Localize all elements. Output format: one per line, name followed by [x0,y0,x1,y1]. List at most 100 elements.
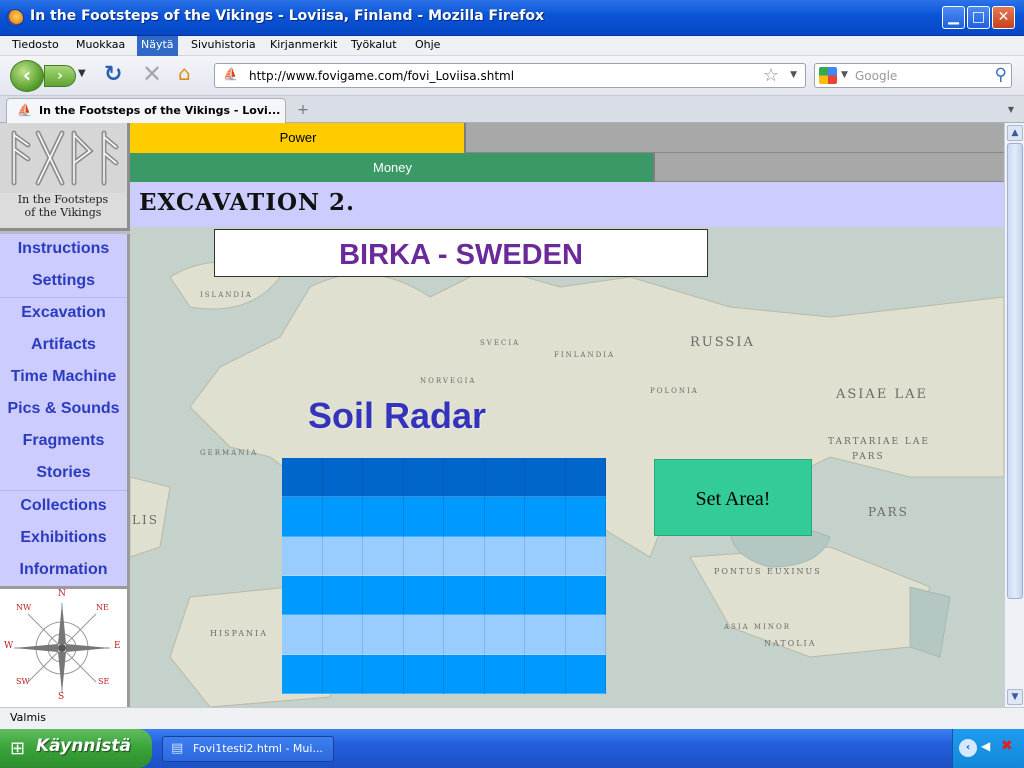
nav-time-machine[interactable]: Time Machine [0,362,127,394]
menu-bookmarks[interactable]: Kirjanmerkit [270,38,337,51]
tray-expand-icon[interactable]: ‹ [959,739,977,757]
search-icon[interactable]: ⚲ [995,65,1007,85]
close-button[interactable]: ✕ [992,6,1015,29]
url-text[interactable]: http://www.fovigame.com/fovi_Loviisa.sht… [249,69,514,83]
maximize-button[interactable]: □ [967,6,990,29]
radar-cell[interactable] [484,536,525,576]
scroll-up-icon[interactable]: ▲ [1007,125,1023,141]
menu-help[interactable]: Ohje [415,38,440,51]
radar-cell[interactable] [484,497,525,537]
radar-cell[interactable] [363,458,404,498]
radar-cell[interactable] [444,497,485,537]
radar-cell[interactable] [403,654,444,694]
vikings-logo[interactable]: In the Footsteps of the Vikings [0,123,130,231]
menu-edit[interactable]: Muokkaa [76,38,125,51]
radar-cell[interactable] [282,497,323,537]
minimize-button[interactable]: ▁ [942,6,965,29]
radar-cell[interactable] [525,654,566,694]
search-engine-dropdown-icon[interactable]: ▼ [841,70,848,80]
tab-active[interactable]: ⛵ In the Footsteps of the Vikings - Lovi… [6,98,286,123]
radar-cell[interactable] [565,458,606,498]
history-dropdown-icon[interactable]: ▼ [78,68,86,79]
radar-cell[interactable] [363,615,404,655]
radar-cell[interactable] [565,536,606,576]
radar-cell[interactable] [282,576,323,616]
radar-cell[interactable] [444,458,485,498]
radar-cell[interactable] [403,458,444,498]
radar-cell[interactable] [282,536,323,576]
soil-radar-grid[interactable] [282,458,606,694]
address-bar[interactable]: ⛵ http://www.fovigame.com/fovi_Loviisa.s… [214,63,806,88]
radar-cell[interactable] [565,654,606,694]
search-input[interactable]: Google [855,69,897,83]
search-engine-icon[interactable] [819,67,837,84]
radar-cell[interactable] [403,497,444,537]
nav-collections[interactable]: Collections [0,491,127,523]
nav-pics-sounds[interactable]: Pics & Sounds [0,394,127,426]
reload-icon[interactable]: ↻ [104,62,122,87]
nav-settings[interactable]: Settings [0,266,127,298]
radar-cell[interactable] [282,654,323,694]
radar-cell[interactable] [525,536,566,576]
nav-information[interactable]: Information [0,555,127,587]
forward-button[interactable]: › [44,65,76,87]
bookmark-star-icon[interactable]: ☆ [763,65,779,86]
radar-cell[interactable] [525,576,566,616]
nav-stories[interactable]: Stories [0,458,127,490]
search-bar[interactable]: ▼ Google ⚲ [814,63,1012,88]
stop-icon[interactable]: ✕ [142,60,162,88]
radar-cell[interactable] [484,576,525,616]
radar-cell[interactable] [525,497,566,537]
radar-cell[interactable] [322,458,363,498]
nav-excavation[interactable]: Excavation [0,298,127,330]
menu-history[interactable]: Sivuhistoria [191,38,256,51]
radar-cell[interactable] [525,615,566,655]
new-tab-button[interactable]: + [290,100,316,120]
url-dropdown-icon[interactable]: ▼ [790,70,797,80]
radar-cell[interactable] [322,615,363,655]
radar-cell[interactable] [565,576,606,616]
nav-instructions[interactable]: Instructions [0,234,127,266]
radar-cell[interactable] [363,654,404,694]
nav-artifacts[interactable]: Artifacts [0,330,127,362]
nav-exhibitions[interactable]: Exhibitions [0,523,127,555]
radar-cell[interactable] [322,536,363,576]
tab-list-dropdown-icon[interactable]: ▼ [1004,100,1018,120]
radar-cell[interactable] [403,576,444,616]
radar-cell[interactable] [565,615,606,655]
security-alert-icon[interactable]: ✖ [1001,738,1013,754]
menu-tools[interactable]: Työkalut [351,38,397,51]
radar-cell[interactable] [282,458,323,498]
menu-file[interactable]: Tiedosto [12,38,59,51]
radar-cell[interactable] [403,615,444,655]
radar-cell[interactable] [444,615,485,655]
radar-cell[interactable] [484,615,525,655]
scroll-down-icon[interactable]: ▼ [1007,689,1023,705]
start-button[interactable]: ⊞ Käynnistä [0,729,152,768]
nav-fragments[interactable]: Fragments [0,426,127,458]
radar-cell[interactable] [363,576,404,616]
vertical-scrollbar[interactable]: ▲ ▼ [1004,123,1024,707]
scroll-thumb[interactable] [1007,143,1023,599]
radar-cell[interactable] [322,654,363,694]
menu-view[interactable]: Näytä [137,36,178,56]
speaker-icon[interactable]: ◀ [981,739,990,753]
radar-cell[interactable] [444,536,485,576]
radar-cell[interactable] [484,458,525,498]
radar-cell[interactable] [525,458,566,498]
set-area-button[interactable]: Set Area! [654,459,812,536]
radar-cell[interactable] [444,576,485,616]
radar-cell[interactable] [363,497,404,537]
radar-cell[interactable] [322,576,363,616]
radar-cell[interactable] [282,615,323,655]
radar-cell[interactable] [444,654,485,694]
radar-cell[interactable] [363,536,404,576]
home-icon[interactable]: ⌂ [178,61,191,85]
radar-cell[interactable] [565,497,606,537]
radar-cell[interactable] [484,654,525,694]
radar-cell[interactable] [322,497,363,537]
taskbar-item[interactable]: ▤ Fovi1testi2.html - Mui... [162,736,334,762]
back-button[interactable]: ‹ [10,60,44,92]
radar-cell[interactable] [403,536,444,576]
window-titlebar[interactable]: In the Footsteps of the Vikings - Loviis… [0,0,1024,36]
